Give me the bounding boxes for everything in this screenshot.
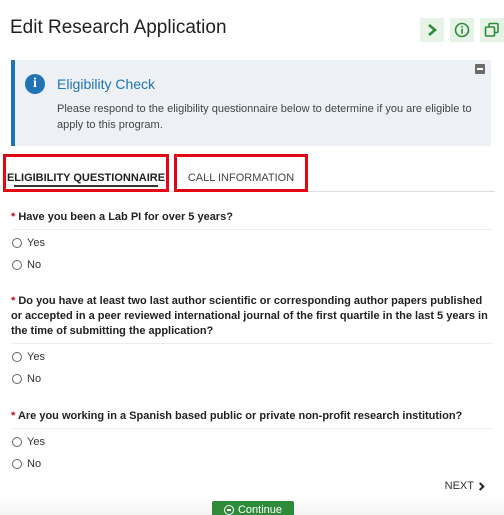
continue-label: Continue	[237, 504, 283, 515]
required-marker: *	[11, 295, 16, 307]
expand-button[interactable]	[420, 18, 444, 42]
notice-title: Eligibility Check	[57, 76, 156, 92]
radio-button[interactable]	[12, 437, 22, 447]
question-1: * Have you been a Lab PI for over 5 year…	[11, 210, 493, 225]
radio-button[interactable]	[12, 459, 22, 469]
radio-button[interactable]	[12, 374, 22, 384]
q1-option-no[interactable]: No	[12, 259, 41, 271]
header: Edit Research Application	[0, 0, 504, 56]
tab-label: CALL INFORMATION	[187, 172, 295, 184]
page-title: Edit Research Application	[10, 17, 227, 38]
continue-button[interactable]: Continue	[212, 501, 294, 515]
radio-button[interactable]	[12, 238, 22, 248]
radio-button[interactable]	[12, 352, 22, 362]
tab-bar: ELIGIBILITY QUESTIONNAIRE CALL INFORMATI…	[3, 154, 495, 192]
chevron-right-icon	[478, 481, 485, 491]
notice-body: Please respond to the eligibility questi…	[57, 103, 472, 131]
option-label: Yes	[27, 351, 45, 363]
next-button[interactable]: NEXT	[445, 480, 486, 492]
q1-option-yes[interactable]: Yes	[12, 237, 45, 249]
chevron-right-icon	[428, 24, 438, 36]
question-3: * Are you working in a Spanish based pub…	[11, 409, 493, 424]
copy-button[interactable]	[480, 18, 504, 42]
divider	[11, 428, 493, 429]
copy-icon	[484, 22, 499, 37]
option-label: Yes	[27, 436, 45, 448]
question-text: Are you working in a Spanish based publi…	[17, 410, 463, 422]
tab-eligibility-questionnaire[interactable]: ELIGIBILITY QUESTIONNAIRE	[3, 154, 169, 192]
divider	[11, 343, 493, 344]
active-tab-indicator	[14, 185, 158, 187]
q3-option-yes[interactable]: Yes	[12, 436, 45, 448]
tab-label: ELIGIBILITY QUESTIONNAIRE	[6, 172, 166, 184]
next-label: NEXT	[444, 480, 474, 492]
tab-call-information[interactable]: CALL INFORMATION	[174, 154, 308, 192]
required-marker: *	[11, 410, 16, 422]
q2-option-yes[interactable]: Yes	[12, 351, 45, 363]
option-label: No	[27, 259, 42, 271]
question-2: * Do you have at least two last author s…	[11, 294, 493, 339]
info-button[interactable]	[450, 18, 474, 42]
q2-option-no[interactable]: No	[12, 373, 41, 385]
info-circle-icon	[454, 22, 470, 38]
option-label: No	[27, 458, 42, 470]
question-text: Do you have at least two last author sci…	[11, 295, 488, 337]
required-marker: *	[11, 211, 16, 223]
eligibility-notice: i Eligibility Check Please respond to th…	[11, 60, 491, 146]
option-label: No	[27, 373, 42, 385]
header-toolbar	[420, 18, 504, 42]
option-label: Yes	[27, 237, 45, 249]
divider	[11, 229, 493, 230]
radio-button[interactable]	[12, 260, 22, 270]
q3-option-no[interactable]: No	[12, 458, 41, 470]
question-text: Have you been a Lab PI for over 5 years?	[18, 211, 233, 223]
info-icon: i	[25, 74, 45, 94]
arrow-circle-right-icon	[223, 505, 234, 515]
collapse-icon[interactable]	[475, 64, 485, 74]
